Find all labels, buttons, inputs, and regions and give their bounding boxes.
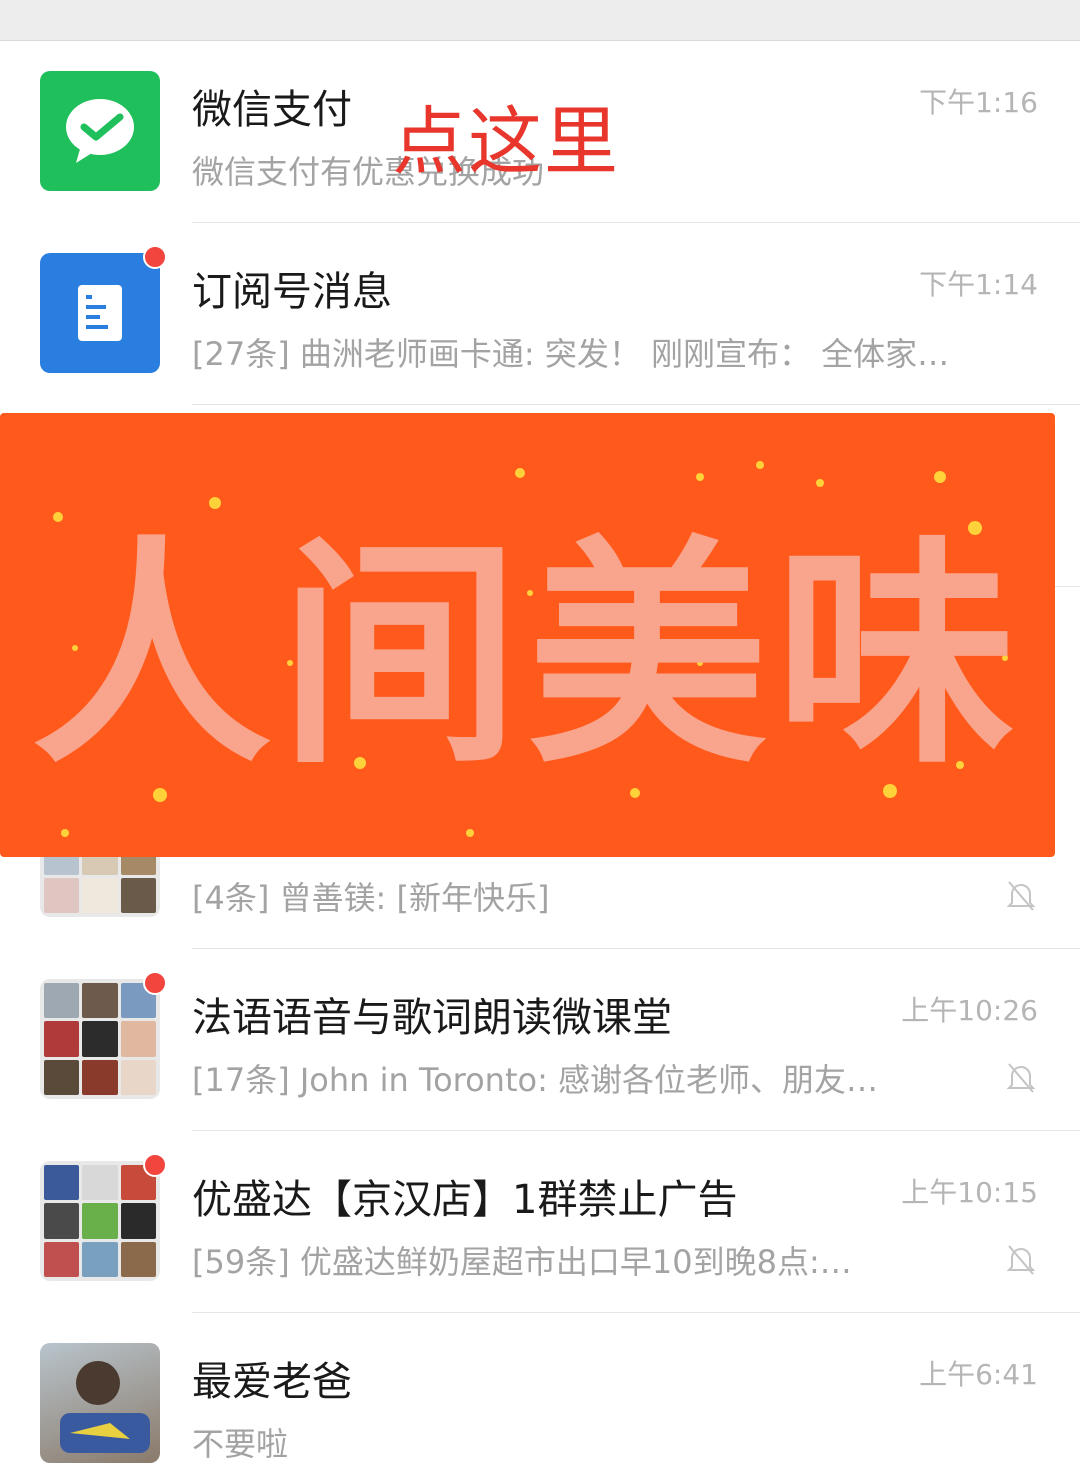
person-avatar <box>40 1343 160 1463</box>
mute-bell-icon <box>1006 1061 1036 1093</box>
promo-banner[interactable]: 人间美味 <box>0 413 1055 857</box>
unread-badge <box>143 1153 167 1177</box>
chat-time: 上午6:41 <box>919 1358 1038 1391</box>
subscription-document-icon <box>40 253 160 373</box>
wechat-pay-icon <box>40 71 160 191</box>
chat-preview: [4条] 曾善镁: [新年快乐] <box>192 879 550 917</box>
chat-preview: [27条] 曲洲老师画卡通: 突发！ 刚刚宣布： 全体家… <box>192 335 950 373</box>
chat-time: 下午1:14 <box>919 268 1038 301</box>
chat-time: 上午10:15 <box>901 1176 1038 1209</box>
mute-bell-icon <box>1006 879 1036 911</box>
chat-row-dad[interactable]: 最爱老爸 不要啦 上午6:41 <box>0 1313 1080 1463</box>
group-avatar <box>40 1161 160 1281</box>
chat-preview: 不要啦 <box>192 1425 289 1463</box>
unread-badge <box>143 971 167 995</box>
chat-title: 法语语音与歌词朗读微课堂 <box>192 995 672 1041</box>
chat-preview: [59条] 优盛达鲜奶屋超市出口早10到晚8点:… <box>192 1243 852 1281</box>
chat-title: 微信支付 <box>192 87 352 133</box>
chat-title: 订阅号消息 <box>192 269 392 315</box>
top-bar <box>0 0 1080 41</box>
unread-badge <box>143 245 167 269</box>
banner-title: 人间美味 <box>31 515 1024 796</box>
group-avatar <box>40 979 160 1099</box>
chat-title: 优盛达【京汉店】1群禁止广告 <box>192 1177 738 1223</box>
mute-bell-icon <box>1006 1243 1036 1275</box>
annotation-click-here: 点这里 <box>392 99 620 185</box>
chat-preview: [17条] John in Toronto: 感谢各位老师、朋友… <box>192 1061 879 1099</box>
chat-time: 上午10:26 <box>901 994 1038 1027</box>
chat-title: 最爱老爸 <box>192 1359 352 1405</box>
chat-time: 下午1:16 <box>919 86 1038 119</box>
